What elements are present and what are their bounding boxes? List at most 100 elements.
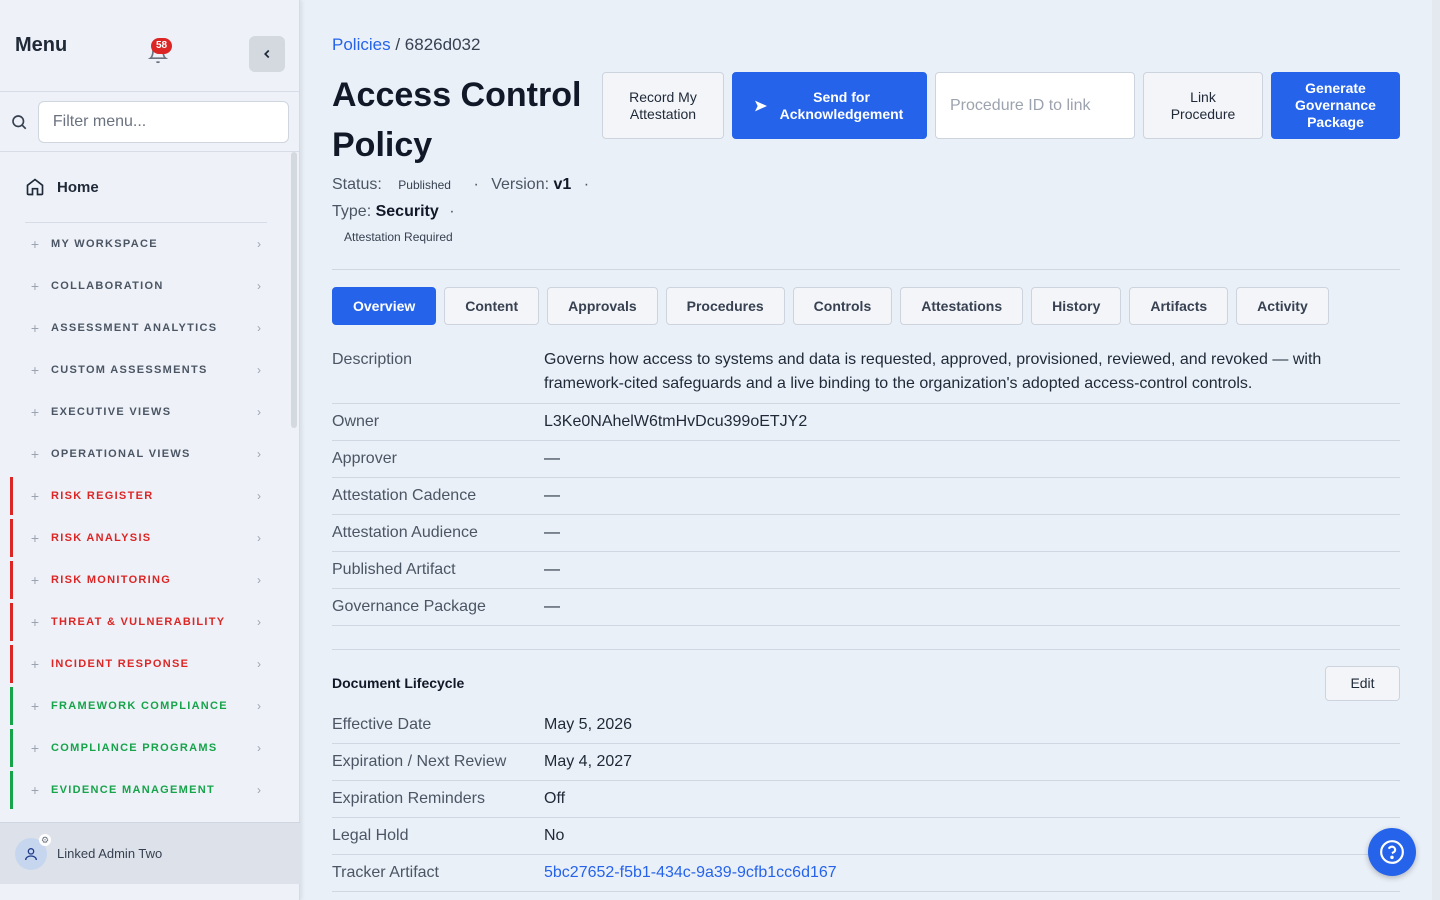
status-badge: Published [398,178,451,192]
sidebar-group[interactable]: + INCIDENT RESPONSE › [0,643,299,685]
sidebar-group-label: RISK MONITORING [51,574,172,586]
plus-icon: + [30,656,40,672]
lifecycle-value: No [544,827,565,844]
chevron-right-icon: › [257,279,261,293]
filter-menu-input[interactable] [37,100,289,143]
plus-icon: + [30,446,40,462]
help-icon [1380,840,1404,864]
chevron-right-icon: › [257,615,261,629]
sidebar-group-label: OPERATIONAL VIEWS [51,448,191,460]
link-procedure-label: Link Procedure [1170,88,1236,122]
sidebar-group[interactable]: + THREAT & VULNERABILITY › [0,601,299,643]
lifecycle-rows: Effective Date May 5, 2026 Expiration / Ne… [332,707,1400,892]
sidebar-group[interactable]: + FRAMEWORK COMPLIANCE › [0,685,299,727]
collapse-sidebar-button[interactable] [249,36,285,72]
send-acknowledgement-button[interactable]: Send for Acknowledgement [732,72,927,139]
sidebar-scrollbar[interactable] [291,152,297,428]
status-line: Status: Published · Version: v1 · [332,176,589,194]
chevron-right-icon: › [257,489,261,503]
tab-controls[interactable]: Controls [792,287,893,325]
chevron-right-icon: › [257,741,261,755]
detail-value: Governs how access to systems and data i… [544,351,1322,392]
sidebar-filter [0,92,299,152]
sidebar-group-label: RISK REGISTER [51,490,154,502]
breadcrumb-separator: / [395,35,401,54]
gear-icon: ⚙ [39,833,51,846]
chevron-right-icon: › [257,363,261,377]
chevron-right-icon: › [257,699,261,713]
lifecycle-row: Expiration Reminders Off [332,781,1400,818]
sidebar-group[interactable]: + EXECUTIVE VIEWS › [0,391,299,433]
plus-icon: + [30,698,40,714]
generate-governance-package-button[interactable]: Generate Governance Package [1271,72,1400,139]
type-value: Security [375,203,439,220]
sidebar-group-label: CUSTOM ASSESSMENTS [51,364,208,376]
sidebar-group[interactable]: + CUSTOM ASSESSMENTS › [0,349,299,391]
type-label: Type: [332,203,372,220]
tab-content[interactable]: Content [444,287,540,325]
tab-attestations[interactable]: Attestations [900,287,1024,325]
lifecycle-label: Expiration / Next Review [332,753,507,770]
lifecycle-row: Tracker Artifact 5bc27652-f5b1-434c-9a39-… [332,855,1400,892]
lifecycle-value: May 5, 2026 [544,716,633,733]
breadcrumb: Policies / 6826d032 [332,35,480,55]
detail-value: — [544,524,560,541]
breadcrumb-current: 6826d032 [404,35,481,54]
plus-icon: + [30,740,40,756]
detail-label: Attestation Cadence [332,487,477,504]
tab-artifacts[interactable]: Artifacts [1129,287,1229,325]
record-attestation-button[interactable]: Record My Attestation [602,72,724,139]
user-profile[interactable]: ⚙ Linked Admin Two [0,822,300,884]
detail-row: Attestation Audience — [332,515,1400,552]
sidebar-item-label: Home [57,178,99,196]
detail-value: — [544,450,560,467]
detail-label: Description [332,351,413,368]
sidebar: Menu 58 Home + MY WORKSPACE › + COLLABORATIO… [0,0,300,900]
tab-history[interactable]: History [1031,287,1122,325]
tab-procedures[interactable]: Procedures [665,287,785,325]
lifecycle-label: Tracker Artifact [332,864,439,881]
sidebar-group[interactable]: + MY WORKSPACE › [0,223,299,265]
lifecycle-label: Effective Date [332,716,432,733]
sidebar-group[interactable]: + RISK ANALYSIS › [0,517,299,559]
detail-rows: Owner L3Ke0NAhelW6tmHvDcu399oETJY2 Approve… [332,404,1400,626]
sidebar-group[interactable]: + EVIDENCE MANAGEMENT › [0,769,299,811]
edit-lifecycle-button[interactable]: Edit [1325,665,1400,701]
help-button[interactable] [1368,828,1416,876]
sidebar-group[interactable]: + RISK MONITORING › [0,559,299,601]
plus-icon: + [30,530,40,546]
separator-dot: · [583,176,590,193]
plus-icon: + [30,236,40,252]
document-lifecycle: Document Lifecycle Edit Effective Date Ma… [332,665,1400,892]
detail-value: — [544,561,560,578]
sidebar-group[interactable]: + RISK REGISTER › [0,475,299,517]
plus-icon: + [30,362,40,378]
tab-overview[interactable]: Overview [332,287,437,325]
tracker-artifact-link[interactable]: 5bc27652-f5b1-434c-9a39-9cfb1cc6d167 [544,864,1400,882]
detail-row: Attestation Cadence — [332,478,1400,515]
detail-value: — [544,598,560,615]
sidebar-group[interactable]: + COMPLIANCE PROGRAMS › [0,727,299,769]
tab-activity[interactable]: Activity [1236,287,1329,325]
sidebar-group[interactable]: + ASSESSMENT ANALYTICS › [0,307,299,349]
sidebar-group[interactable]: + OPERATIONAL VIEWS › [0,433,299,475]
sidebar-group-label: COMPLIANCE PROGRAMS [51,742,218,754]
breadcrumb-policies-link[interactable]: Policies [332,35,391,54]
sidebar-group-label: INCIDENT RESPONSE [51,658,190,670]
page-title: Access Control Policy [332,76,582,164]
detail-row: Published Artifact — [332,552,1400,589]
sidebar-group[interactable]: + COLLABORATION › [0,265,299,307]
link-procedure-button[interactable]: Link Procedure [1143,72,1263,139]
detail-row: Governance Package — [332,589,1400,626]
chevron-right-icon: › [257,405,261,419]
page-scrollbar[interactable] [1432,0,1440,900]
procedure-id-input[interactable] [935,72,1135,139]
chevron-right-icon: › [257,573,261,587]
plus-icon: + [30,488,40,504]
sidebar-item-home[interactable]: Home [0,152,299,222]
lifecycle-value: May 4, 2027 [544,753,633,770]
lifecycle-value: Off [544,790,566,807]
sidebar-group-label: THREAT & VULNERABILITY [51,616,226,628]
tab-approvals[interactable]: Approvals [547,287,658,325]
lifecycle-label: Expiration Reminders [332,790,485,807]
